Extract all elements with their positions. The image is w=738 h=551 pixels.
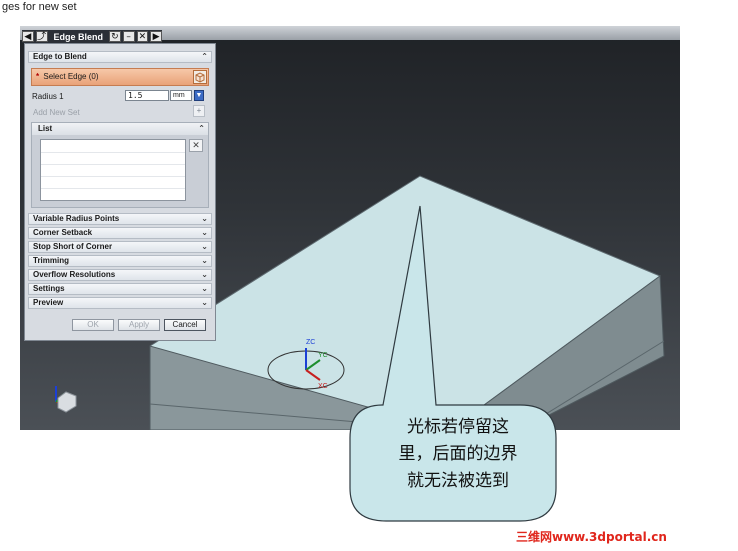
callout-text: 光标若停留这 里，后面的边界 就无法被选到 [398, 417, 518, 491]
watermark: 三维网www.3dportal.cn [516, 530, 667, 544]
